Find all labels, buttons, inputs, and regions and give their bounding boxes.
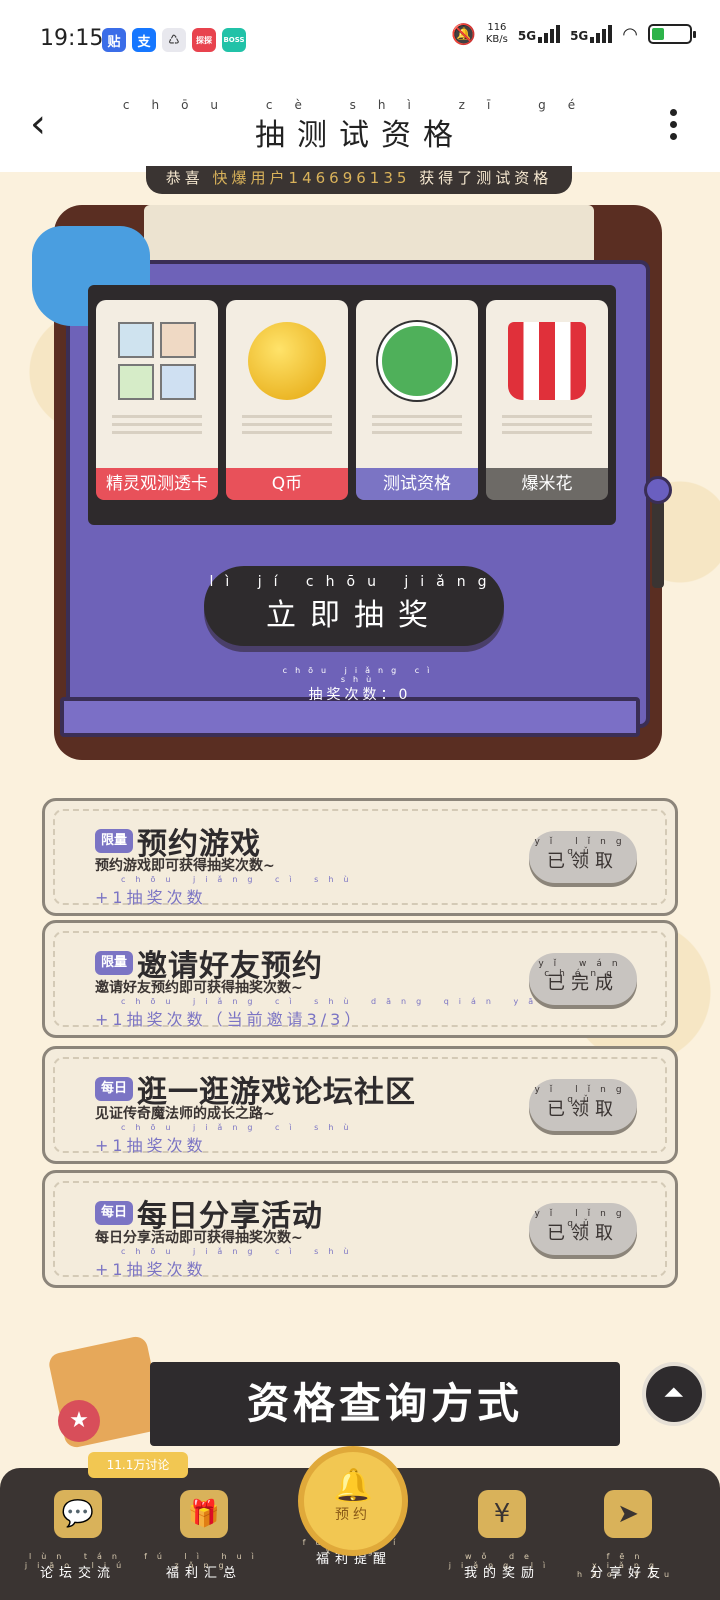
page-title: 抽测试资格: [255, 118, 465, 153]
lever-knob[interactable]: [644, 476, 672, 504]
star-icon: ★: [58, 1400, 100, 1442]
network-speed-unit: KB/s: [485, 34, 508, 45]
lever-arm: [652, 500, 664, 588]
tab-my-rewards[interactable]: ¥ wǒ de jiǎng lì 我的奖励: [442, 1482, 562, 1592]
task-card-forum: 每日 逛一逛游戏论坛社区 见证传奇魔法师的成长之路~ chōu jiǎng cì…: [42, 1046, 678, 1164]
qualification-query-heading: 资格查询方式: [150, 1362, 620, 1446]
tab-pinyin: wǒ de jiǎng lì: [448, 1552, 556, 1570]
task-tag: 限量: [95, 951, 133, 975]
status-bar: 19:15 贴 支 ♺ 探探 BOSS 🔕 116 KB/s 5G 5G ◠ 1…: [0, 0, 720, 80]
card-pack-icon: [118, 322, 196, 400]
popcorn-icon: [508, 322, 586, 400]
task-desc: 见证传奇魔法师的成长之路~: [95, 1106, 275, 1122]
tab-forum[interactable]: 💬 lùn tán jiāo liú 论坛交流: [18, 1482, 138, 1592]
reserve-button[interactable]: 🔔 预约: [298, 1446, 408, 1556]
task-card-reserve: 限量 预约游戏 预约游戏即可获得抽奖次数~ chōu jiǎng cì shù +…: [42, 798, 678, 916]
task-desc: 邀请好友预约即可获得抽奖次数~: [95, 980, 303, 996]
app-icon-sync: ♺: [162, 28, 186, 52]
task-tag: 限量: [95, 829, 133, 853]
money-bag-icon: ¥: [478, 1490, 526, 1538]
tab-pinyin: fēn xiǎng hǎo yǒu: [576, 1552, 680, 1579]
task-reward: chōu jiǎng cì shù +1抽奖次数: [95, 1247, 359, 1279]
tab-share-friends[interactable]: ➤ fēn xiǎng hǎo yǒu 分享好友: [568, 1482, 688, 1592]
task-reward: chōu jiǎng cì shù +1抽奖次数: [95, 875, 359, 907]
nav-bar: ‹ chōu cè shì zī gé 抽测试资格: [0, 80, 720, 172]
task-tag: 每日: [95, 1077, 133, 1101]
winner-marquee: 恭喜 快爆用户146696135 获得了测试资格: [146, 166, 572, 194]
task-claimed-button[interactable]: yǐ lǐng qǔ 已领取: [529, 1203, 637, 1255]
marquee-prefix: 恭喜: [165, 169, 204, 187]
tab-welfare-summary[interactable]: 🎁 fú lì huì zǒng 福利汇总: [144, 1482, 264, 1592]
draw-count: chōu jiǎng cì shù 抽奖次数：0: [260, 666, 460, 704]
tab-pinyin: fú lì huì zǒng: [144, 1552, 264, 1570]
more-menu-button[interactable]: [668, 104, 678, 148]
machine-top-panel: [144, 205, 594, 265]
q-coin-icon: [248, 322, 326, 400]
app-icon-tieba: 贴: [102, 28, 126, 52]
prize-label: 精灵观测透卡: [96, 468, 218, 500]
tab-label: 福利汇总: [165, 1566, 242, 1581]
task-claimed-button[interactable]: yǐ lǐng qǔ 已领取: [529, 1079, 637, 1131]
clock: 19:15: [40, 26, 104, 51]
network-speed-value: 116: [487, 22, 507, 33]
signal-icon-1: 5G: [518, 25, 561, 43]
tab-pinyin: lùn tán jiāo liú: [24, 1552, 132, 1570]
battery-icon: 10: [648, 24, 696, 44]
signal-icon-2: 5G: [570, 25, 613, 43]
draw-count-pinyin: chōu jiǎng cì shù: [282, 666, 438, 684]
discussion-count-badge: 11.1万讨论: [88, 1452, 188, 1478]
send-icon: ➤: [604, 1490, 652, 1538]
app-icon-boss: BOSS: [222, 28, 246, 52]
task-card-invite: 限量 邀请好友预约 邀请好友预约即可获得抽奖次数~ chōu jiǎng cì …: [42, 920, 678, 1038]
task-completed-button[interactable]: yǐ wán chéng 已完成: [529, 953, 637, 1005]
back-to-top-button[interactable]: ⏶: [642, 1362, 706, 1426]
character-avatar-icon: [378, 322, 456, 400]
draw-button-label: 立即抽奖: [266, 598, 442, 633]
task-card-share: 每日 每日分享活动 每日分享活动即可获得抽奖次数~ chōu jiǎng cì …: [42, 1170, 678, 1288]
task-claimed-button[interactable]: yǐ lǐng qǔ 已领取: [529, 831, 637, 883]
task-reward: chōu jiǎng cì shù +1抽奖次数: [95, 1123, 359, 1155]
marquee-user: 快爆用户146696135: [212, 169, 411, 187]
prize-card: 爆米花: [486, 300, 608, 500]
app-icon-alipay: 支: [132, 28, 156, 52]
task-tag: 每日: [95, 1201, 133, 1225]
wifi-icon: ◠: [622, 23, 638, 45]
app-icon-tantan: 探探: [192, 28, 216, 52]
prize-label: Q币: [226, 468, 348, 500]
chat-icon: 💬: [54, 1490, 102, 1538]
marquee-suffix: 获得了测试资格: [419, 169, 553, 187]
draw-now-button[interactable]: lì jí chōu jiǎng 立即抽奖: [204, 566, 504, 646]
bell-icon: 🔔: [333, 1466, 373, 1504]
task-desc: 每日分享活动即可获得抽奖次数~: [95, 1230, 303, 1246]
gift-icon: 🎁: [180, 1490, 228, 1538]
prize-card: 精灵观测透卡: [96, 300, 218, 500]
mute-icon: 🔕: [450, 22, 476, 46]
prize-card: 测试资格: [356, 300, 478, 500]
prize-label: 爆米花: [486, 468, 608, 500]
draw-button-pinyin: lì jí chōu jiǎng: [209, 574, 499, 590]
reserve-label: 预约: [335, 1507, 371, 1523]
prize-card: Q币: [226, 300, 348, 500]
draw-count-label: 抽奖次数：0: [308, 687, 412, 703]
prize-label: 测试资格: [356, 468, 478, 500]
task-desc: 预约游戏即可获得抽奖次数~: [95, 858, 275, 874]
network-speed: 116 KB/s: [486, 22, 508, 46]
